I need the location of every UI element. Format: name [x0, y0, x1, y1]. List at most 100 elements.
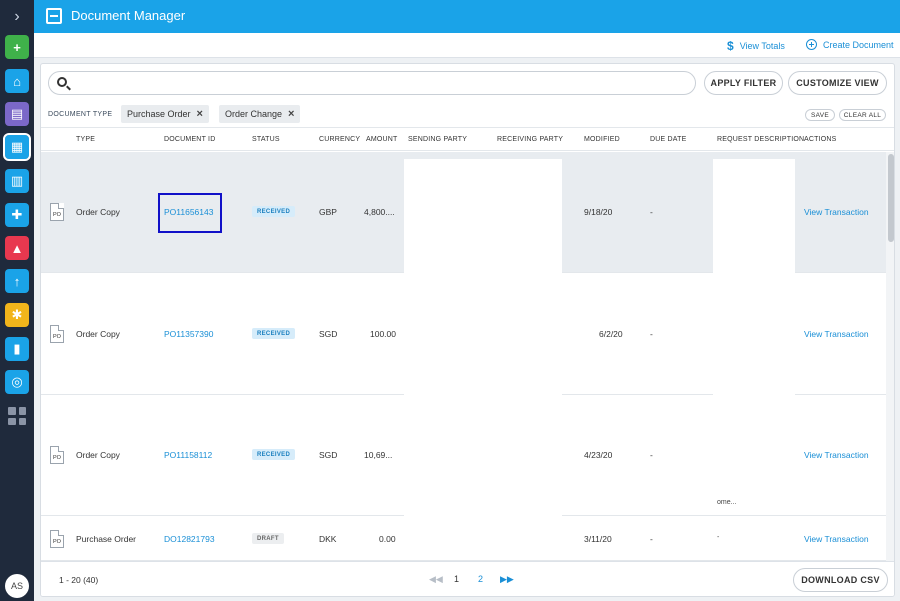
app-grid-icon[interactable] — [8, 407, 26, 425]
view-transaction-link[interactable]: View Transaction — [804, 207, 869, 217]
messages-icon[interactable]: ▤ — [5, 102, 29, 126]
close-icon[interactable]: × — [197, 108, 203, 120]
first-page-icon[interactable]: ◀◀ — [429, 574, 443, 585]
buildings-icon[interactable]: ▮ — [5, 337, 29, 361]
create-document-label: Create Document — [823, 39, 894, 50]
column-header-amount[interactable]: AMOUNT — [366, 136, 398, 143]
status-badge: DRAFT — [252, 533, 284, 544]
left-rail: › + ⌂ ▤ ▦ ▥ ✚ ▲ ↑ ✱ ▮ ◎ AS — [0, 0, 34, 601]
page-2-button[interactable]: 2 — [478, 574, 483, 584]
document-id-link[interactable]: DO12821793 — [164, 534, 215, 544]
last-page-icon[interactable]: ▶▶ — [500, 574, 514, 585]
close-icon[interactable]: × — [288, 108, 294, 120]
search-input[interactable] — [48, 71, 696, 95]
request-description-fragment: - — [717, 534, 720, 541]
column-header-receiving-party[interactable]: RECEIVING PARTY — [497, 136, 563, 143]
document-id-link[interactable]: PO11357390 — [164, 329, 213, 339]
column-header-request-description[interactable]: REQUEST DESCRIPTION — [717, 136, 804, 143]
type-cell: Purchase Order — [76, 534, 136, 544]
table-scrollbar[interactable] — [886, 152, 894, 561]
expand-chevron-icon[interactable]: › — [0, 0, 34, 33]
view-transaction-link[interactable]: View Transaction — [804, 450, 869, 460]
add-icon[interactable]: + — [5, 35, 29, 59]
filter-chip-purchase-order[interactable]: Purchase Order × — [121, 105, 209, 123]
amount-cell: 10,69... — [364, 450, 393, 460]
document-icon: PO — [50, 530, 64, 548]
currency-cell: SGD — [319, 450, 338, 460]
status-badge: RECEIVED — [252, 328, 296, 339]
document-icon: PO — [50, 203, 64, 221]
integrations-icon[interactable]: ✱ — [5, 303, 29, 327]
status-badge: RECEIVED — [252, 206, 296, 217]
status-badge: RECEIVED — [252, 449, 296, 460]
chip-label: Purchase Order — [127, 109, 191, 119]
sub-toolbar: $ View Totals Create Document — [34, 33, 900, 58]
column-header-actions: ACTIONS — [804, 136, 837, 143]
page-title: Document Manager — [71, 8, 186, 23]
page-1-button[interactable]: 1 — [454, 574, 459, 584]
download-csv-button[interactable]: DOWNLOAD CSV — [793, 568, 888, 592]
type-cell: Order Copy — [76, 329, 120, 339]
apply-filter-button[interactable]: APPLY FILTER — [704, 71, 783, 95]
avatar[interactable]: AS — [5, 574, 29, 598]
search-icon — [57, 77, 67, 87]
document-manager-icon[interactable]: ▦ — [3, 133, 31, 161]
redacted-block — [713, 159, 795, 273]
currency-cell: DKK — [319, 534, 337, 544]
column-header-document-id[interactable]: DOCUMENT ID — [164, 136, 215, 143]
view-totals-label: View Totals — [739, 41, 785, 51]
due-date-cell: - — [650, 207, 653, 217]
view-transaction-link[interactable]: View Transaction — [804, 534, 869, 544]
column-header-type[interactable]: TYPE — [76, 136, 95, 143]
due-date-cell: - — [650, 534, 653, 544]
redacted-block — [713, 273, 795, 498]
view-totals-link[interactable]: $ View Totals — [727, 39, 785, 53]
currency-cell: SGD — [319, 329, 338, 339]
document-id-link[interactable]: PO11158112 — [164, 450, 212, 460]
save-filter-button[interactable]: SAVE — [805, 109, 835, 121]
support-icon[interactable]: ✚ — [5, 203, 29, 227]
learning-icon[interactable]: ▲ — [5, 236, 29, 260]
column-header-status[interactable]: STATUS — [252, 136, 280, 143]
column-header-modified[interactable]: MODIFIED — [584, 136, 620, 143]
type-cell: Order Copy — [76, 207, 120, 217]
view-transaction-link[interactable]: View Transaction — [804, 329, 869, 339]
type-cell: Order Copy — [76, 450, 120, 460]
clipboard-icon[interactable]: ▥ — [5, 169, 29, 193]
document-icon: PO — [50, 446, 64, 464]
filter-row: DOCUMENT TYPE Purchase Order × Order Cha… — [41, 102, 894, 128]
amount-cell: 4,800.... — [364, 207, 395, 217]
app-header: Document Manager — [34, 0, 900, 33]
column-header-currency[interactable]: CURRENCY — [319, 136, 360, 143]
table-header: TYPE DOCUMENT ID STATUS CURRENCY AMOUNT … — [41, 129, 894, 151]
add-circle-icon — [806, 39, 817, 50]
redacted-block — [404, 273, 562, 558]
amount-cell: 100.00 — [370, 329, 396, 339]
customize-view-button[interactable]: CUSTOMIZE VIEW — [788, 71, 887, 95]
upload-icon[interactable]: ↑ — [5, 269, 29, 293]
request-description-fragment: ome... — [717, 499, 737, 506]
pagination-range: 1 - 20 (40) — [59, 575, 99, 585]
dollar-icon: $ — [727, 39, 734, 53]
due-date-cell: - — [650, 450, 653, 460]
focus-highlight — [158, 193, 222, 233]
create-document-link[interactable]: Create Document — [806, 39, 894, 50]
filter-chip-order-change[interactable]: Order Change × — [219, 105, 301, 123]
document-icon: PO — [50, 325, 64, 343]
home-icon[interactable]: ⌂ — [5, 69, 29, 93]
clear-all-button[interactable]: CLEAR ALL — [839, 109, 886, 121]
document-manager-logo-icon — [46, 8, 62, 24]
column-header-sending-party[interactable]: SENDING PARTY — [408, 136, 467, 143]
amount-cell: 0.00 — [379, 534, 396, 544]
redacted-block — [404, 159, 562, 273]
modified-cell: 6/2/20 — [599, 329, 623, 339]
column-header-due-date[interactable]: DUE DATE — [650, 136, 686, 143]
scrollbar-thumb[interactable] — [888, 154, 894, 242]
document-panel: APPLY FILTER CUSTOMIZE VIEW DOCUMENT TYP… — [40, 63, 895, 597]
network-icon[interactable]: ◎ — [5, 370, 29, 394]
due-date-cell: - — [650, 329, 653, 339]
currency-cell: GBP — [319, 207, 337, 217]
document-type-label: DOCUMENT TYPE — [48, 111, 113, 118]
chip-label: Order Change — [225, 109, 283, 119]
modified-cell: 9/18/20 — [584, 207, 613, 217]
